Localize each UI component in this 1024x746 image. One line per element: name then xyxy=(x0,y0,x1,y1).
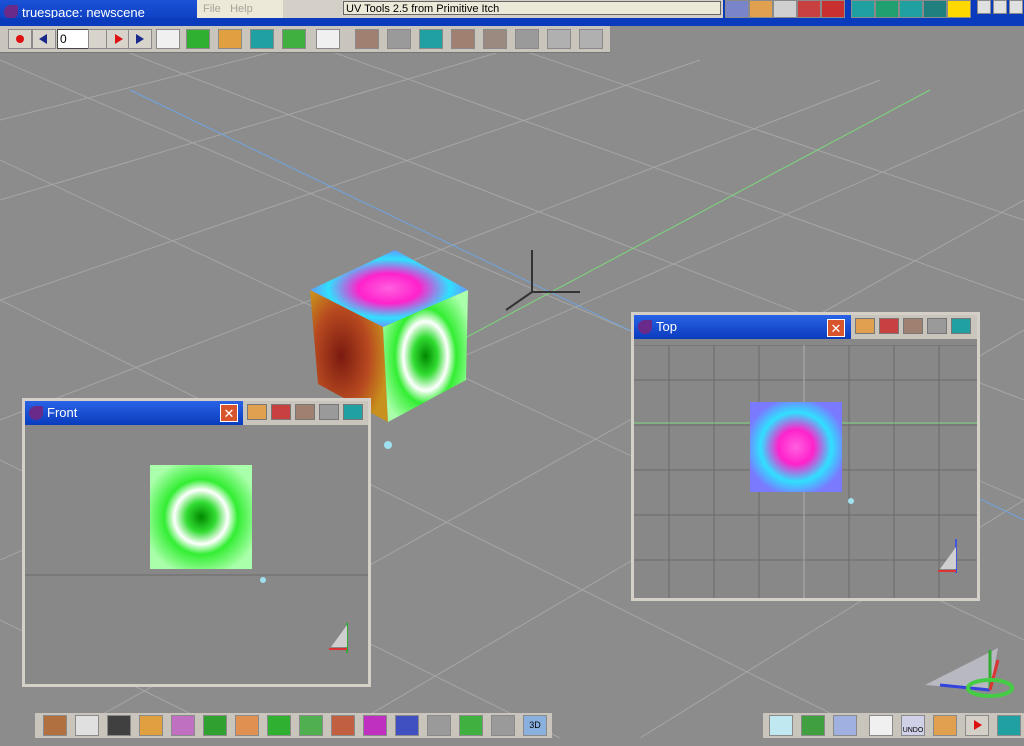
uv-cross-icon[interactable] xyxy=(515,29,539,49)
uv-tool-icon[interactable] xyxy=(851,0,875,18)
bottom-left-toolbar: 3D xyxy=(35,713,552,738)
top-window-title-bar[interactable]: Top xyxy=(634,315,851,339)
title-strip xyxy=(0,18,1024,26)
restore-icon[interactable] xyxy=(993,0,1007,14)
uv-move-icon[interactable] xyxy=(295,404,315,420)
fast-forward-icon[interactable] xyxy=(128,29,152,49)
record-icon[interactable] xyxy=(8,29,32,49)
axes-icon[interactable] xyxy=(427,715,451,736)
sweep-icon[interactable] xyxy=(235,715,259,736)
deform-icon[interactable] xyxy=(250,29,274,49)
grid-snap-icon[interactable] xyxy=(833,715,857,736)
boolean-icon[interactable] xyxy=(203,715,227,736)
house-icon[interactable] xyxy=(271,404,291,420)
select-arrow-icon[interactable] xyxy=(769,715,793,736)
uv-move-icon[interactable] xyxy=(355,29,379,49)
house-icon[interactable] xyxy=(797,0,821,18)
uv-flip-icon[interactable] xyxy=(451,29,475,49)
top-window-toolbar xyxy=(851,315,977,339)
spline-icon[interactable] xyxy=(267,715,291,736)
uv-rotate-icon[interactable] xyxy=(319,404,339,420)
object-view-icon[interactable] xyxy=(801,715,825,736)
camera-icon[interactable] xyxy=(107,715,131,736)
close-app-icon[interactable] xyxy=(1009,0,1023,14)
bottom-right-toolbar: UNDO xyxy=(763,713,1024,738)
play-icon[interactable] xyxy=(106,29,130,49)
rewind-icon[interactable] xyxy=(32,29,56,49)
plugin-title-field[interactable]: UV Tools 2.5 from Primitive Itch xyxy=(343,1,721,15)
front-window-toolbar xyxy=(243,401,368,425)
menu-file[interactable]: File xyxy=(203,3,221,15)
material-icon[interactable] xyxy=(331,715,355,736)
checker-ball-icon[interactable] xyxy=(395,715,419,736)
shape-icon[interactable] xyxy=(218,29,242,49)
grid-icon[interactable] xyxy=(875,0,899,18)
metaball-icon[interactable] xyxy=(171,715,195,736)
chain-icon[interactable] xyxy=(299,715,323,736)
arrow-up-icon[interactable] xyxy=(547,29,571,49)
primitives-icon[interactable] xyxy=(749,0,773,18)
menu-bar: File Help xyxy=(197,0,283,18)
uv-wrap-icon[interactable] xyxy=(483,29,507,49)
minimize-icon[interactable] xyxy=(977,0,991,14)
frame-number-input[interactable]: 0 xyxy=(57,29,89,49)
front-close-button[interactable]: ✕ xyxy=(220,404,238,422)
house-icon[interactable] xyxy=(879,318,899,334)
arrow-down-icon[interactable] xyxy=(579,29,603,49)
deform-icon[interactable] xyxy=(363,715,387,736)
play-icon[interactable] xyxy=(965,715,989,736)
document-icon[interactable] xyxy=(869,715,893,736)
menu-help[interactable]: Help xyxy=(230,3,253,15)
uv-scale-icon[interactable] xyxy=(343,404,363,420)
main-toolbar: 0 xyxy=(0,26,610,53)
front-view-window[interactable]: Front ✕ xyxy=(22,398,371,687)
radiation-icon[interactable] xyxy=(947,0,971,18)
cube-icon[interactable] xyxy=(247,404,267,420)
front-window-title: Front xyxy=(47,405,78,420)
uv-rotate-icon[interactable] xyxy=(387,29,411,49)
truespace-icon xyxy=(29,406,43,420)
top-right-toolbar xyxy=(723,0,1024,18)
front-window-title-bar[interactable]: Front xyxy=(25,401,243,425)
object-tools-icon[interactable] xyxy=(725,0,749,18)
plugin-bar: UV Tools 2.5 from Primitive Itch xyxy=(283,0,723,19)
plane-icon[interactable] xyxy=(139,715,163,736)
undo-icon[interactable]: UNDO xyxy=(901,715,925,736)
script-icon[interactable] xyxy=(316,29,340,49)
grid-green-icon[interactable] xyxy=(459,715,483,736)
bones-icon[interactable] xyxy=(282,29,306,49)
render-icon[interactable] xyxy=(821,0,845,18)
top-viewport[interactable] xyxy=(634,345,977,598)
truespace-icon xyxy=(638,320,652,334)
paint-icon[interactable] xyxy=(75,715,99,736)
uv-scale-icon[interactable] xyxy=(419,29,443,49)
checker-icon[interactable] xyxy=(923,0,947,18)
render-object-icon[interactable] xyxy=(933,715,957,736)
cube-icon[interactable] xyxy=(855,318,875,334)
top-window-title: Top xyxy=(656,319,677,334)
snap-icon[interactable] xyxy=(491,715,515,736)
view-icon[interactable] xyxy=(773,0,797,18)
uv-rotate-icon[interactable] xyxy=(927,318,947,334)
front-viewport[interactable] xyxy=(25,425,368,684)
primitives-icon[interactable] xyxy=(43,715,67,736)
uv-scale-icon[interactable] xyxy=(951,318,971,334)
top-view-window[interactable]: Top ✕ xyxy=(631,312,980,601)
uv-scale-icon[interactable] xyxy=(997,715,1021,736)
truespace-icon xyxy=(4,5,18,19)
path-icon[interactable] xyxy=(186,29,210,49)
node-icon[interactable] xyxy=(899,0,923,18)
uv-move-icon[interactable] xyxy=(903,318,923,334)
keyframe-editor-icon[interactable] xyxy=(156,29,180,49)
top-close-button[interactable]: ✕ xyxy=(827,319,845,337)
threed-icon[interactable]: 3D xyxy=(523,715,547,736)
